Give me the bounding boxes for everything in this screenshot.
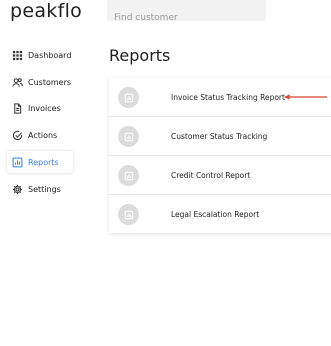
app-logo[interactable]: peakflo — [10, 0, 82, 22]
search-input[interactable] — [114, 11, 259, 25]
sidebar-item-label: Invoices — [28, 103, 61, 113]
users-icon — [12, 77, 23, 88]
report-row-credit-control[interactable]: Credit Control Report — [109, 156, 331, 195]
report-label: Customer Status Tracking — [171, 131, 268, 141]
check-circle-icon — [12, 130, 23, 141]
sidebar-item-dashboard[interactable]: Dashboard — [7, 44, 73, 66]
report-list: Invoice Status Tracking Report Customer … — [109, 78, 331, 233]
grid-icon — [12, 50, 23, 61]
report-label: Legal Escalation Report — [171, 209, 260, 219]
report-label: Credit Control Report — [171, 170, 251, 180]
sidebar-item-label: Settings — [28, 184, 61, 194]
report-chart-icon — [118, 126, 139, 147]
document-icon — [12, 102, 23, 114]
report-row-customer-status-tracking[interactable]: Customer Status Tracking — [109, 117, 331, 156]
report-chart-icon — [118, 165, 139, 186]
sidebar-item-label: Reports — [28, 157, 59, 167]
report-row-legal-escalation[interactable]: Legal Escalation Report — [109, 195, 331, 233]
page-title: Reports — [109, 46, 171, 65]
sidebar-item-label: Customers — [28, 77, 72, 87]
report-label: Invoice Status Tracking Report — [171, 92, 285, 102]
annotation-arrow-icon — [284, 94, 327, 100]
sidebar-item-actions[interactable]: Actions — [7, 124, 73, 146]
report-chart-icon — [118, 87, 139, 108]
gear-icon — [12, 184, 23, 195]
sidebar-item-invoices[interactable]: Invoices — [7, 97, 73, 119]
app-page: peakflo Dashboard Customers — [0, 0, 331, 346]
sidebar-item-label: Dashboard — [28, 50, 72, 60]
chart-icon — [12, 157, 23, 168]
sidebar-item-reports[interactable]: Reports — [7, 151, 73, 173]
sidebar-item-label: Actions — [28, 130, 58, 140]
report-chart-icon — [118, 204, 139, 225]
sidebar-item-customers[interactable]: Customers — [7, 71, 73, 93]
sidebar-item-settings[interactable]: Settings — [7, 178, 73, 200]
search-box[interactable] — [107, 0, 266, 25]
